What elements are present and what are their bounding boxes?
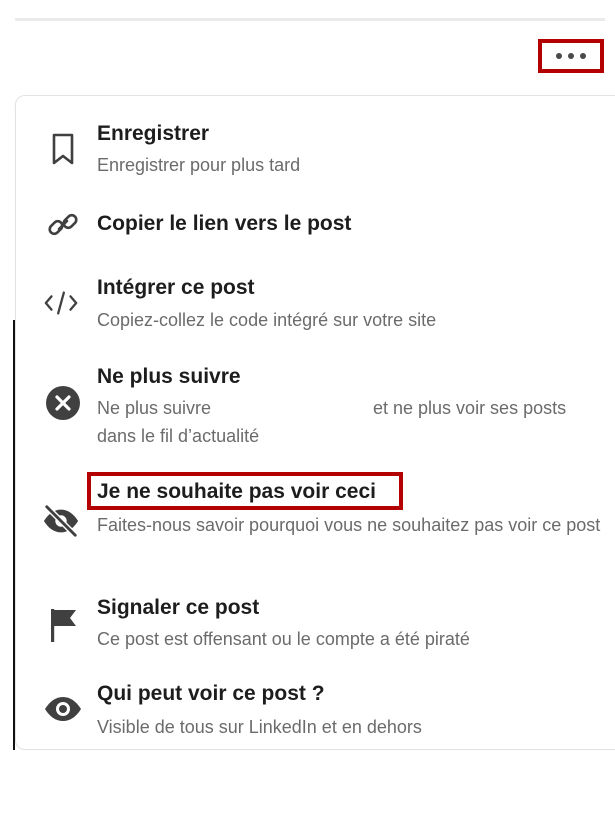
menu-item-subtitle: Visible de tous sur LinkedIn et en dehor… [97,717,422,737]
menu-item-title: Qui peut voir ce post ? [97,682,325,705]
menu-item-subtitle-start: Ne plus suivre [97,398,212,418]
eye-off-icon [42,502,80,540]
menu-item-unfollow[interactable]: Ne plus suivre Ne plus suivre et ne plus… [16,356,606,456]
close-circle-icon [44,384,82,422]
post-actions-menu: Enregistrer Enregistrer pour plus tard C… [15,95,615,750]
more-actions-button[interactable] [538,39,604,73]
menu-item-embed[interactable]: Intégrer ce post Copiez-collez le code i… [16,268,606,338]
menu-item-report[interactable]: Signaler ce post Ce post est offensant o… [16,590,606,660]
menu-item-subtitle-line2: dans le fil d’actualité [97,426,260,446]
menu-item-title: Intégrer ce post [97,276,255,299]
highlight-box [87,472,403,510]
menu-item-copy-link[interactable]: Copier le lien vers le post [16,204,606,248]
menu-item-save[interactable]: Enregistrer Enregistrer pour plus tard [16,116,606,186]
bookmark-icon [44,130,82,168]
menu-item-title: Copier le lien vers le post [97,212,352,235]
menu-item-visibility[interactable]: Qui peut voir ce post ? Visible de tous … [16,678,606,748]
eye-icon [44,690,82,728]
menu-item-title: Signaler ce post [97,596,260,619]
post-divider [15,18,605,21]
menu-item-title: Ne plus suivre [97,365,241,388]
code-icon [42,284,80,322]
menu-item-subtitle-end: et ne plus voir ses posts [373,398,567,418]
link-icon [44,206,82,244]
ellipsis-icon [556,53,586,59]
menu-item-subtitle: Copiez-collez le code intégré sur votre … [97,310,437,330]
menu-item-subtitle: Faites-nous savoir pourquoi vous ne souh… [97,515,601,535]
flag-icon [44,606,82,644]
menu-item-title: Enregistrer [97,122,210,145]
menu-item-subtitle: Ce post est offensant ou le compte a été… [97,629,470,649]
menu-item-subtitle: Enregistrer pour plus tard [97,155,301,175]
